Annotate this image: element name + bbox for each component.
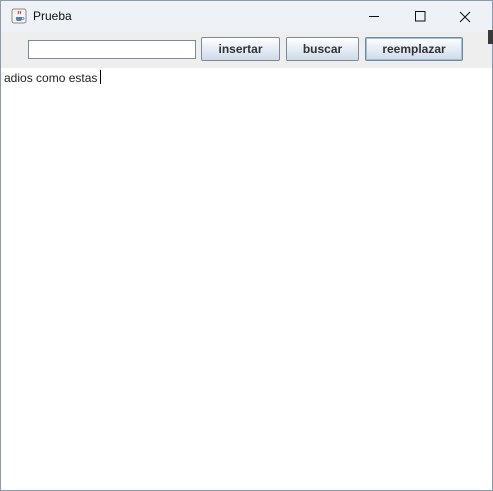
window-title: Prueba xyxy=(33,9,72,23)
text-area[interactable]: adios como estas xyxy=(1,68,492,490)
background-window-edge xyxy=(488,30,493,44)
search-button[interactable]: buscar xyxy=(286,37,359,61)
minimize-icon xyxy=(368,11,380,22)
java-cup-icon xyxy=(11,8,27,24)
close-icon xyxy=(459,11,471,23)
title-bar[interactable]: Prueba xyxy=(1,1,492,32)
toolbar: insertar buscar reemplazar xyxy=(1,32,492,68)
close-button[interactable] xyxy=(442,1,488,32)
minimize-button[interactable] xyxy=(351,1,397,32)
text-caret xyxy=(100,70,102,84)
text-area-line: adios como estas xyxy=(4,70,102,85)
app-window: Prueba insertar buscar reemplazar adios … xyxy=(0,0,493,491)
text-input[interactable] xyxy=(28,40,196,59)
maximize-icon xyxy=(414,11,426,22)
replace-button[interactable]: reemplazar xyxy=(365,37,463,61)
maximize-button[interactable] xyxy=(397,1,443,32)
insert-button[interactable]: insertar xyxy=(201,37,280,61)
text-area-content: adios como estas xyxy=(4,71,98,85)
